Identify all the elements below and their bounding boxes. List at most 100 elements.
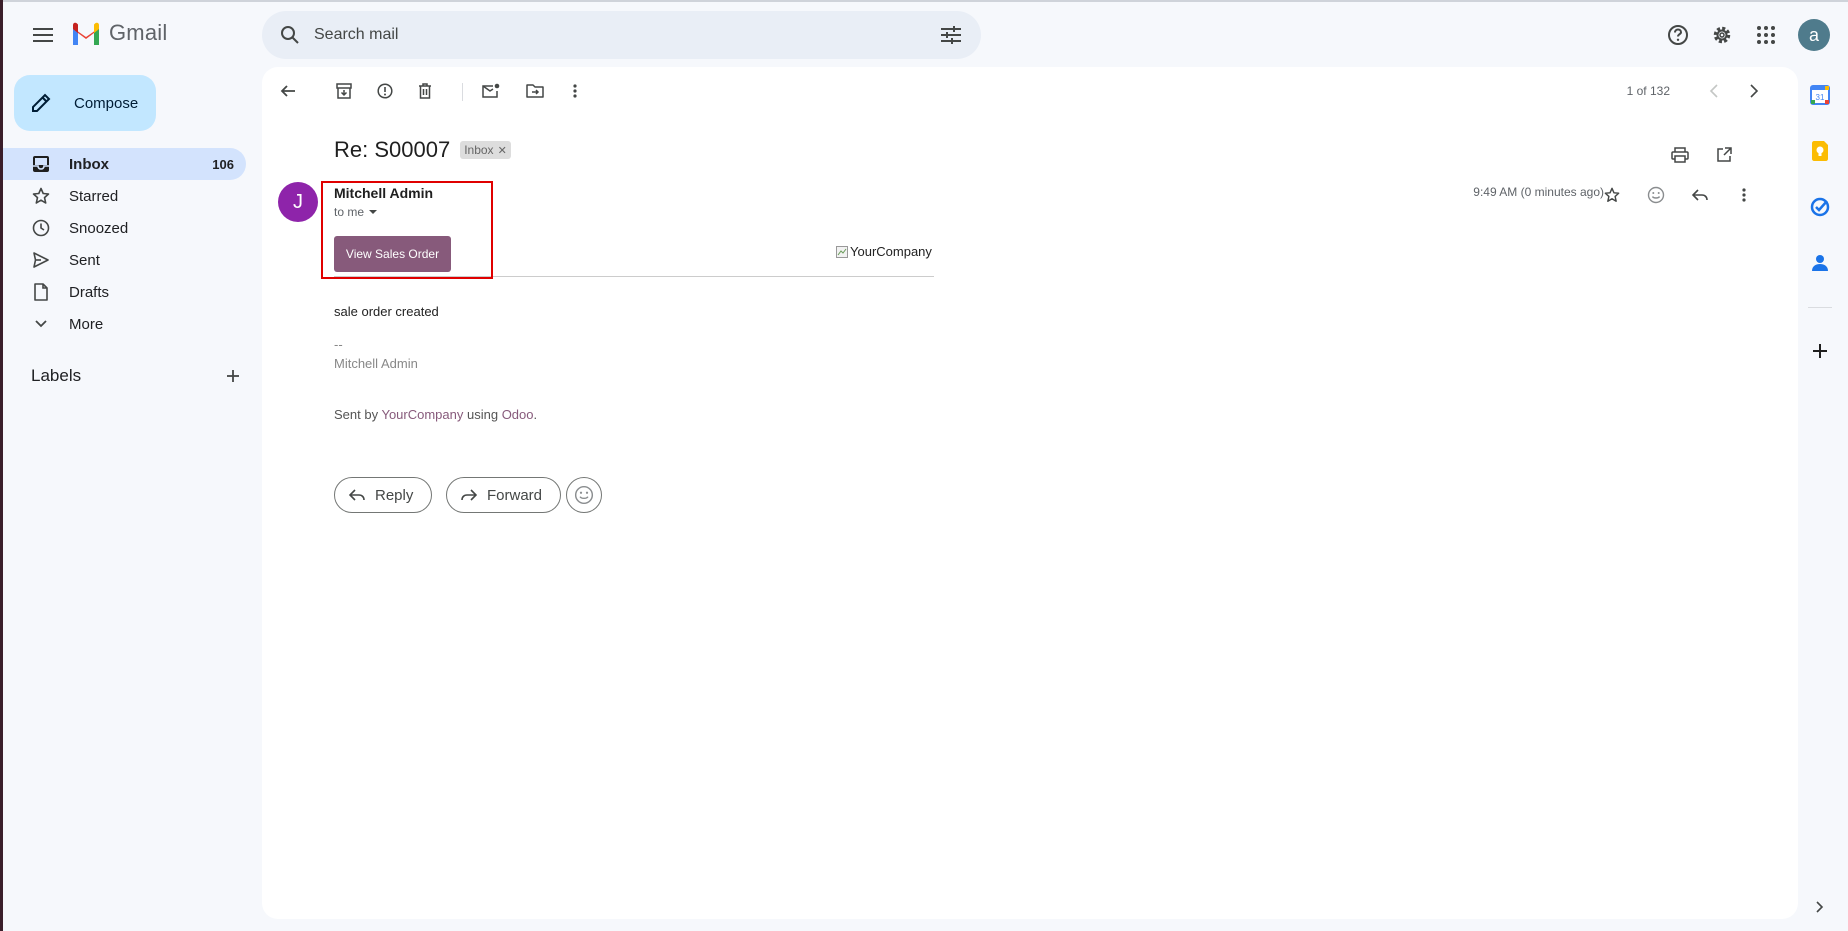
broken-image-icon [836,245,848,258]
star-button[interactable] [1592,175,1632,215]
get-addons-button[interactable] [1800,331,1840,371]
move-to-button[interactable] [515,71,555,111]
header-divider [334,276,934,277]
top-border [3,0,1848,2]
signature-name: Mitchell Admin [334,356,418,371]
gmail-m-icon [73,22,99,45]
side-panel-divider [1808,307,1832,308]
open-new-window-button[interactable] [1704,135,1744,175]
reply-icon [349,489,365,501]
search-input[interactable] [314,26,927,44]
inbox-label-tag: Inbox ✕ [460,141,511,159]
more-vert-icon [573,84,577,98]
subject-actions [1658,135,1746,175]
compose-button[interactable]: Compose [14,75,156,131]
inbox-count: 106 [212,156,234,172]
company-logo-image: YourCompany [836,244,932,259]
sidebar-item-starred[interactable]: Starred [3,180,246,212]
contacts-app-button[interactable] [1800,243,1840,283]
company-link[interactable]: YourCompany [381,407,463,422]
tasks-app-button[interactable] [1800,187,1840,227]
calendar-icon: 31 [1810,85,1830,105]
newer-button[interactable] [1694,71,1734,111]
help-icon [1668,25,1688,45]
sidebar-item-label: Starred [69,187,119,205]
forward-pill-button[interactable]: Forward [446,477,562,513]
message-panel: 1 of 132 Re: S00007 Inbox ✕ J Mitchell A… [262,67,1798,919]
pagination-label: 1 of 132 [1626,84,1670,98]
forward-label: Forward [487,486,543,504]
star-outline-icon [1604,187,1620,202]
odoo-link[interactable]: Odoo [502,407,534,422]
gmail-logo[interactable]: Gmail [71,20,167,46]
send-icon [29,248,53,272]
support-button[interactable] [1658,15,1698,55]
side-panel: 31 [1792,67,1848,931]
sidebar-item-label: Drafts [69,283,110,301]
report-icon [377,83,393,99]
sidebar-item-drafts[interactable]: Drafts [3,276,246,308]
reply-pill-button[interactable]: Reply [334,477,433,513]
search-icon[interactable] [266,11,314,59]
emoji-react-button[interactable] [1636,175,1676,215]
message-time: 9:49 AM (0 minutes ago) [1473,185,1604,199]
sidebar-item-inbox[interactable]: Inbox 106 [3,148,246,180]
sidebar-item-snoozed[interactable]: Snoozed [3,212,246,244]
sent-by-suffix: . [533,407,538,422]
search-bar[interactable] [262,11,981,59]
back-button[interactable] [268,71,308,111]
pencil-icon [32,93,51,112]
add-label-icon[interactable] [225,368,241,384]
emoji-reaction-button[interactable] [566,477,602,513]
caret-down-icon [369,210,378,214]
view-sales-order-button[interactable]: View Sales Order [334,236,451,272]
compose-label: Compose [74,94,139,112]
chevron-right-icon [1816,901,1824,913]
recipient-details[interactable]: to me [334,205,378,219]
subject-row: Re: S00007 Inbox ✕ [334,137,511,163]
reply-button[interactable] [1680,175,1720,215]
older-button[interactable] [1734,71,1774,111]
open-in-new-icon [1717,147,1732,162]
labels-header: Labels [31,366,241,386]
sidebar-item-sent[interactable]: Sent [3,244,246,276]
remove-label-icon[interactable]: ✕ [498,144,507,157]
arrow-back-icon [280,85,295,97]
labels-title: Labels [31,366,82,385]
print-button[interactable] [1660,135,1700,175]
search-options-icon[interactable] [927,11,975,59]
archive-button[interactable] [324,71,364,111]
message-actions [1590,175,1766,215]
company-logo-alt: YourCompany [850,244,932,259]
report-spam-button[interactable] [365,71,405,111]
svg-text:31: 31 [1816,93,1825,102]
sent-by-using: using [463,407,502,422]
top-right-controls: a [1656,15,1848,55]
chevron-right-icon [1750,84,1759,98]
emoji-icon [574,485,594,505]
calendar-app-button[interactable]: 31 [1800,75,1840,115]
app-name: Gmail [109,20,168,45]
contacts-icon [1812,255,1828,271]
sidebar-item-more[interactable]: More [3,308,246,340]
account-avatar[interactable]: a [1798,19,1830,51]
mark-unread-button[interactable] [471,71,511,111]
email-subject: Re: S00007 [334,137,451,162]
settings-button[interactable] [1702,15,1742,55]
more-actions-button[interactable] [555,71,595,111]
chevron-down-icon [29,312,53,336]
toolbar-divider [462,83,463,101]
print-icon [1671,147,1689,163]
reply-icon [1692,189,1708,201]
signature-separator: -- [334,337,343,352]
archive-icon [336,83,352,99]
keep-app-button[interactable] [1800,131,1840,171]
message-more-button[interactable] [1724,175,1764,215]
main-menu-button[interactable] [23,15,63,55]
apps-button[interactable] [1746,15,1786,55]
expand-side-panel-button[interactable] [1800,887,1840,927]
sender-avatar[interactable]: J [278,182,318,222]
sender-name[interactable]: Mitchell Admin [334,185,433,201]
emoji-icon [1647,186,1665,204]
delete-button[interactable] [405,71,445,111]
